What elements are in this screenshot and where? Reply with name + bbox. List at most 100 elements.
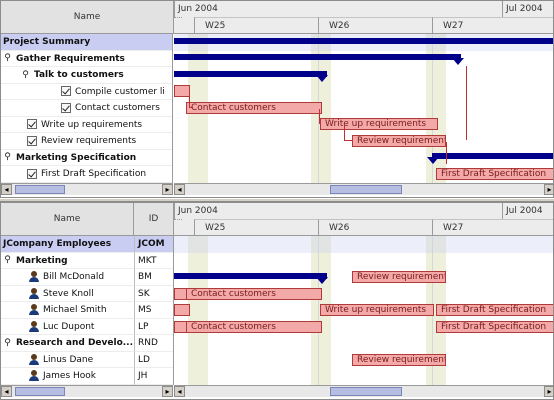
summary-end-marker: [316, 277, 328, 284]
tree-row-james-hook[interactable]: James Hook: [1, 368, 134, 385]
tree-row-gather-requirements[interactable]: ⚲ Gather Requirements: [1, 51, 172, 67]
assignment-bar-bill-review[interactable]: Review requirements: [352, 271, 446, 283]
tree-row-label: Michael Smith: [43, 305, 107, 315]
assignment-bar-michael-compile[interactable]: [174, 304, 190, 316]
summary-bar-gather-requirements[interactable]: [174, 54, 461, 60]
task-bar-label: Write up requirements: [325, 119, 427, 129]
task-check-icon: [61, 102, 71, 113]
summary-bar-bill-mcdonald[interactable]: [174, 273, 327, 279]
scroll-thumb[interactable]: [15, 185, 65, 194]
chart-horizontal-scrollbar[interactable]: ◂ ▸: [174, 385, 553, 397]
task-check-icon: [61, 86, 71, 96]
task-bar-contact-customers[interactable]: Contact customers: [186, 102, 322, 114]
assignment-bar-linus-review[interactable]: Review requirements: [352, 354, 446, 366]
tree-row-label: Marketing: [16, 255, 68, 266]
task-bar-first-draft-specification[interactable]: First Draft Specification: [436, 168, 553, 180]
week-partial: [174, 219, 182, 235]
task-check-icon: [27, 119, 37, 129]
tree-expanded-icon[interactable]: ⚲: [3, 338, 12, 348]
scroll-right-button[interactable]: ▸: [162, 184, 173, 195]
name-column-header[interactable]: Name: [1, 1, 174, 34]
assignment-bar-luc-contact[interactable]: Contact customers: [186, 321, 322, 333]
gantt-chart-area[interactable]: Contact customers Write up requirements …: [174, 34, 553, 183]
id-cell[interactable]: LD: [134, 351, 173, 368]
resource-gantt-panel: Name ID Jun 2004 Jul 2004 W25 W26 W27 JC…: [0, 202, 554, 400]
tree-row-contact-customers[interactable]: Contact customers: [1, 100, 172, 117]
tree-row-project-summary[interactable]: Project Summary: [1, 34, 172, 51]
week-w27: W27: [432, 17, 553, 33]
scroll-right-button[interactable]: ▸: [544, 386, 553, 397]
tree-row-talk-to-customers[interactable]: ⚲ Talk to customers: [1, 67, 172, 84]
scroll-right-button[interactable]: ▸: [544, 184, 553, 195]
task-bar-compile-customer-list[interactable]: [174, 85, 190, 97]
scroll-right-button[interactable]: ▸: [162, 386, 173, 397]
id-cell[interactable]: RND: [134, 335, 173, 352]
scroll-left-button[interactable]: ◂: [1, 386, 12, 397]
tree-row-label: Gather Requirements: [16, 53, 125, 64]
task-bar-label: Contact customers: [191, 103, 276, 113]
summary-end-marker: [316, 75, 328, 82]
tree-row-label: Steve Knoll: [43, 288, 94, 299]
resource-chart-area[interactable]: Review requirements Contact customers Wr…: [174, 236, 553, 385]
week-w27: W27: [432, 219, 553, 235]
assignment-bar-michael-draft[interactable]: First Draft Specification: [436, 304, 553, 316]
tree-expanded-icon[interactable]: ⚲: [21, 70, 30, 80]
dependency-link: [344, 140, 352, 141]
summary-bar-marketing-specification[interactable]: [432, 153, 553, 159]
tree-row-write-up-requirements[interactable]: Write up requirements: [1, 117, 172, 133]
id-cell[interactable]: JH: [134, 368, 173, 385]
tree-expanded-icon[interactable]: ⚲: [3, 255, 12, 265]
weekend-shade: [188, 236, 208, 385]
task-bar-label: First Draft Specification: [441, 169, 547, 179]
tree-row-marketing[interactable]: ⚲ Marketing: [1, 253, 134, 269]
task-bar-label: Review requirements: [357, 136, 446, 146]
id-cell[interactable]: MKT: [134, 252, 173, 269]
task-bar-review-requirements[interactable]: Review requirements: [352, 135, 446, 147]
id-cell[interactable]: JCOM: [134, 236, 173, 253]
tree-horizontal-scrollbar[interactable]: ◂ ▸: [1, 385, 173, 397]
tree-row-michael-smith[interactable]: Michael Smith: [1, 302, 134, 319]
tree-row-marketing-specification[interactable]: ⚲ Marketing Specification: [1, 150, 172, 166]
scroll-thumb[interactable]: [330, 387, 402, 396]
tree-row-bill-mcdonald[interactable]: Bill McDonald: [1, 269, 134, 286]
id-cell[interactable]: MS: [134, 302, 173, 319]
summary-bar-project[interactable]: [174, 38, 553, 44]
tree-row-jcompany-employees[interactable]: JCompany Employees: [1, 236, 134, 253]
tree-expanded-icon[interactable]: ⚲: [3, 152, 12, 162]
tree-row-luc-dupont[interactable]: Luc Dupont: [1, 319, 134, 335]
tree-row-compile-customer-list[interactable]: Compile customer li: [1, 84, 172, 100]
scroll-left-button[interactable]: ◂: [174, 386, 185, 397]
dependency-link: [446, 142, 447, 164]
tree-row-first-draft-specification[interactable]: First Draft Specification: [1, 166, 172, 183]
summary-bar-talk-to-customers[interactable]: [174, 71, 327, 77]
id-cell[interactable]: LP: [134, 318, 173, 335]
month-jul-2004: Jul 2004: [502, 1, 553, 17]
scroll-thumb[interactable]: [330, 185, 402, 194]
tree-row-review-requirements[interactable]: Review requirements: [1, 133, 172, 150]
tree-expanded-icon[interactable]: ⚲: [3, 53, 12, 63]
tree-horizontal-scrollbar[interactable]: ◂ ▸: [1, 183, 173, 195]
assignment-bar-steve-contact[interactable]: Contact customers: [186, 288, 322, 300]
task-bar-write-up-requirements[interactable]: Write up requirements: [320, 118, 438, 130]
id-cell[interactable]: BM: [134, 269, 173, 286]
month-jul-2004: Jul 2004: [502, 203, 553, 219]
assignment-bar-michael-write[interactable]: Write up requirements: [320, 304, 434, 316]
scroll-thumb[interactable]: [15, 387, 65, 396]
tree-row-label: First Draft Specification: [41, 169, 147, 179]
assignment-bar-luc-draft[interactable]: First Draft Specification: [436, 321, 553, 333]
name-column-header[interactable]: Name: [1, 203, 134, 236]
scroll-left-button[interactable]: ◂: [1, 184, 12, 195]
tree-row-label: Compile customer li: [75, 86, 165, 97]
chart-horizontal-scrollbar[interactable]: ◂ ▸: [174, 183, 553, 195]
id-cell[interactable]: SK: [134, 285, 173, 302]
tree-row-linus-dane[interactable]: Linus Dane: [1, 352, 134, 368]
tree-row-research-and-development[interactable]: ⚲ Research and Develo...: [1, 335, 134, 352]
summary-row-band: [174, 236, 553, 253]
tree-row-steve-knoll[interactable]: Steve Knoll: [1, 286, 134, 302]
tree-row-label: JCompany Employees: [3, 239, 112, 249]
scroll-left-button[interactable]: ◂: [174, 184, 185, 195]
week-partial: [174, 17, 182, 33]
tree-row-label: Project Summary: [3, 37, 91, 47]
tree-row-label: Review requirements: [41, 136, 137, 146]
id-column-header[interactable]: ID: [134, 203, 174, 236]
